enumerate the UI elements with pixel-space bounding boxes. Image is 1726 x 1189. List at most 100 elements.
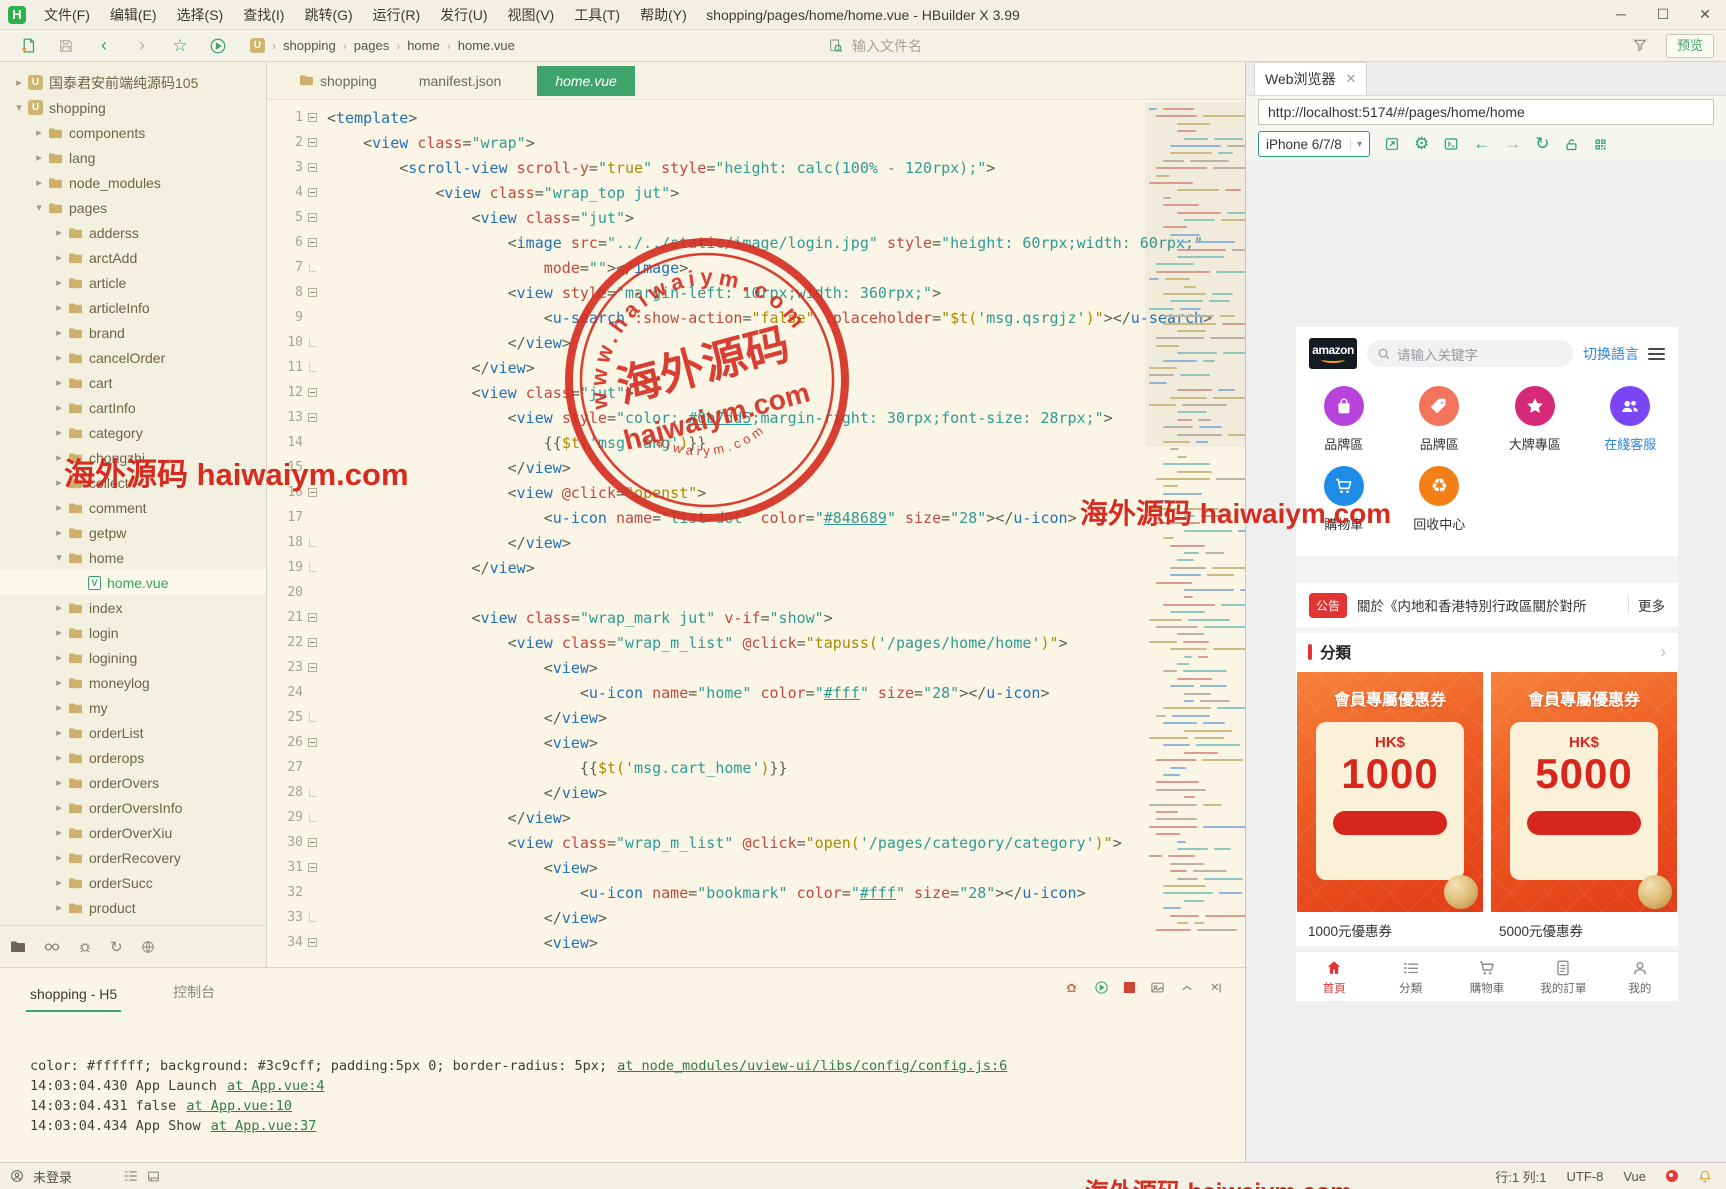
fold-toggle-icon[interactable]	[303, 288, 321, 297]
encoding[interactable]: UTF-8	[1567, 1169, 1604, 1184]
chevron-right-icon[interactable]: ▸	[52, 601, 66, 614]
navigate-forward-icon[interactable]: ›	[132, 36, 152, 56]
tree-item-comment[interactable]: ▸comment	[0, 495, 266, 520]
tabbar-user[interactable]: 我的	[1602, 952, 1678, 1001]
tree-item-chongzhi[interactable]: ▸chongzhi	[0, 445, 266, 470]
chevron-right-icon[interactable]: ▸	[52, 726, 66, 739]
tree-item-orderOverXiu[interactable]: ▸orderOverXiu	[0, 820, 266, 845]
code-line-26[interactable]: 26 <view>	[267, 730, 1245, 755]
tree-item-getpw[interactable]: ▸getpw	[0, 520, 266, 545]
menu-item[interactable]: 编辑(E)	[100, 0, 167, 30]
quick-entry-tag[interactable]: 品牌區	[1392, 386, 1488, 453]
save-icon[interactable]	[56, 36, 76, 56]
code-line-12[interactable]: 12 <view class="jut">	[267, 380, 1245, 405]
code-line-8[interactable]: 8 <view style="margin-left: 10rpx;width:…	[267, 280, 1245, 305]
chevron-right-icon[interactable]: ▸	[52, 501, 66, 514]
run-icon[interactable]	[208, 36, 228, 56]
explorer-history-icon[interactable]: ↻	[110, 938, 123, 956]
clear-icon[interactable]	[1209, 981, 1223, 995]
chevron-right-icon[interactable]: ▸	[52, 701, 66, 714]
code-line-3[interactable]: 3 <scroll-view scroll-y="true" style="he…	[267, 155, 1245, 180]
code-line-9[interactable]: 9 <u-search :show-action="false" :placeh…	[267, 305, 1245, 330]
log-source-link[interactable]: at node_modules/uview-ui/libs/config/con…	[617, 1058, 1007, 1074]
unlock-icon[interactable]	[1564, 137, 1579, 152]
tree-item-orderSucc[interactable]: ▸orderSucc	[0, 870, 266, 895]
outline-list-icon[interactable]	[124, 1170, 138, 1182]
language-switch-link[interactable]: 切换語言	[1583, 344, 1639, 364]
code-area[interactable]: 1<template>2 <view class="wrap">3 <scrol…	[267, 100, 1245, 955]
tree-item-my[interactable]: ▸my	[0, 695, 266, 720]
quick-entry-people[interactable]: 在綫客服	[1583, 386, 1679, 453]
screenshot-icon[interactable]	[1150, 980, 1165, 995]
breadcrumb-item[interactable]: home.vue	[458, 38, 515, 53]
chevron-right-icon[interactable]: ▸	[52, 451, 66, 464]
tree-item-logining[interactable]: ▸logining	[0, 645, 266, 670]
menu-item[interactable]: 发行(U)	[430, 0, 497, 30]
device-select[interactable]: iPhone 6/7/8 ▾	[1258, 131, 1370, 157]
play-icon[interactable]	[1094, 980, 1109, 995]
chevron-right-icon[interactable]: ▸	[52, 901, 66, 914]
chevron-right-icon[interactable]: ▸	[52, 376, 66, 389]
tree-item-homevue[interactable]: Vhome.vue	[0, 570, 266, 595]
close-icon[interactable]: ✕	[1684, 0, 1726, 29]
chevron-right-icon[interactable]: ▸	[52, 401, 66, 414]
tree-item-cart[interactable]: ▸cart	[0, 370, 266, 395]
maximize-icon[interactable]: ☐	[1642, 0, 1684, 29]
login-status[interactable]: 未登录	[33, 1167, 72, 1186]
code-line-6[interactable]: 6 <image src="../../static/image/login.j…	[267, 230, 1245, 255]
minimap[interactable]	[1145, 102, 1245, 962]
phone-search-input[interactable]: 请输入关键字	[1367, 340, 1573, 367]
file-search-input[interactable]: 输入文件名	[828, 30, 922, 62]
bug-icon[interactable]	[1064, 980, 1079, 995]
fold-toggle-icon[interactable]	[303, 188, 321, 197]
code-line-25[interactable]: 25 </view>	[267, 705, 1245, 730]
chevron-right-icon[interactable]: ▸	[52, 526, 66, 539]
code-line-7[interactable]: 7 mode=""></image>	[267, 255, 1245, 280]
tabbar-cart[interactable]: 購物車	[1449, 952, 1525, 1001]
tree-item-orderOvers[interactable]: ▸orderOvers	[0, 770, 266, 795]
code-line-20[interactable]: 20	[267, 580, 1245, 605]
code-line-1[interactable]: 1<template>	[267, 105, 1245, 130]
minimize-icon[interactable]: ─	[1600, 0, 1642, 29]
code-line-29[interactable]: 29 </view>	[267, 805, 1245, 830]
panel-layout-icon[interactable]	[147, 1170, 160, 1183]
tree-item-cancelOrder[interactable]: ▸cancelOrder	[0, 345, 266, 370]
explorer-bug-icon[interactable]	[78, 940, 92, 954]
chevron-down-icon[interactable]: ▾	[12, 101, 26, 114]
tree-item-cartInfo[interactable]: ▸cartInfo	[0, 395, 266, 420]
code-line-33[interactable]: 33 </view>	[267, 905, 1245, 930]
tree-item-105[interactable]: ▸U国泰君安前端纯源码105	[0, 70, 266, 95]
tree-item-category[interactable]: ▸category	[0, 420, 266, 445]
tree-item-arctAdd[interactable]: ▸arctAdd	[0, 245, 266, 270]
tree-item-lang[interactable]: ▸lang	[0, 145, 266, 170]
tree-item-orderops[interactable]: ▸orderops	[0, 745, 266, 770]
code-line-11[interactable]: 11 </view>	[267, 355, 1245, 380]
tree-item-article[interactable]: ▸article	[0, 270, 266, 295]
code-line-24[interactable]: 24 <u-icon name="home" color="#fff" size…	[267, 680, 1245, 705]
chevron-right-icon[interactable]: ▸	[52, 426, 66, 439]
open-external-icon[interactable]	[1384, 136, 1400, 152]
tree-item-components[interactable]: ▸components	[0, 120, 266, 145]
terminal-icon[interactable]	[1443, 136, 1459, 152]
menu-item[interactable]: 文件(F)	[34, 0, 100, 30]
tabbar-order[interactable]: 我的訂單	[1525, 952, 1601, 1001]
chevron-down-icon[interactable]: ▾	[52, 551, 66, 564]
collapse-icon[interactable]	[1180, 981, 1194, 995]
chevron-right-icon[interactable]: ▸	[52, 251, 66, 264]
explorer-web-icon[interactable]	[141, 940, 155, 954]
menu-item[interactable]: 选择(S)	[167, 0, 234, 30]
menu-item[interactable]: 帮助(Y)	[630, 0, 697, 30]
code-line-31[interactable]: 31 <view>	[267, 855, 1245, 880]
editor-tab-manifestjson[interactable]: manifest.json	[413, 66, 507, 96]
code-line-5[interactable]: 5 <view class="jut">	[267, 205, 1245, 230]
chevron-down-icon[interactable]: ▾	[32, 201, 46, 214]
chevron-right-icon[interactable]: ▸	[52, 676, 66, 689]
new-file-icon[interactable]	[18, 36, 38, 56]
tree-item-home[interactable]: ▾home	[0, 545, 266, 570]
tree-item-orderRecovery[interactable]: ▸orderRecovery	[0, 845, 266, 870]
log-source-link[interactable]: at App.vue:10	[186, 1098, 292, 1114]
fold-toggle-icon[interactable]	[303, 838, 321, 847]
amazon-logo[interactable]: amazon	[1309, 338, 1357, 369]
navigate-back-icon[interactable]: ‹	[94, 36, 114, 56]
qrcode-icon[interactable]	[1593, 137, 1608, 152]
